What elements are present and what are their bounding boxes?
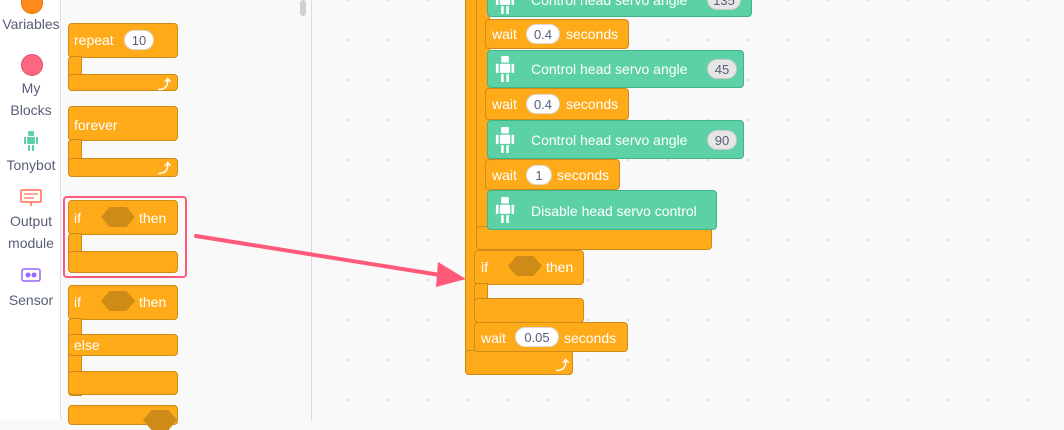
category-label: module: [8, 235, 54, 251]
category-label: Blocks: [10, 102, 52, 118]
palette-scrollbar[interactable]: [300, 0, 306, 16]
angle-input[interactable]: 45: [707, 59, 737, 79]
forever-label: forever: [74, 117, 118, 133]
variables-dot-icon: [21, 0, 43, 14]
angle-input[interactable]: 90: [707, 130, 737, 150]
seconds-label: seconds: [557, 167, 610, 183]
repeat-count-input[interactable]: 10: [124, 30, 154, 50]
else-label: else: [74, 337, 100, 353]
wait-seconds-input[interactable]: 0.4: [526, 94, 560, 114]
robot-command-label: Control head servo angle: [531, 0, 688, 8]
output-module-icon: [20, 189, 42, 206]
seconds-label: seconds: [566, 26, 619, 42]
loop-arrow-icon: ⤴: [556, 358, 570, 373]
category-sidebar: Variables My Blocks Tonybot Output modul…: [0, 0, 61, 420]
repeat-label: repeat: [74, 32, 114, 48]
robot-icon: [495, 56, 515, 82]
if-label: if: [481, 259, 488, 275]
loop-arrow-icon: ⤴: [158, 161, 172, 176]
seconds-label: seconds: [564, 330, 617, 346]
then-label: then: [546, 259, 574, 275]
wait-label: wait: [492, 167, 517, 183]
wait-label: wait: [481, 330, 506, 346]
robot-command-label: Disable head servo control: [531, 203, 697, 219]
category-label: Variables: [2, 16, 60, 32]
highlight-box: [63, 196, 187, 278]
wait-label: wait: [492, 96, 517, 112]
robot-command-label: Control head servo angle: [531, 132, 688, 148]
wait-seconds-input[interactable]: 0.4: [526, 24, 560, 44]
seconds-label: seconds: [566, 96, 619, 112]
wait-seconds-input[interactable]: 0.05: [515, 327, 559, 347]
wait-seconds-input[interactable]: 1: [526, 165, 552, 185]
loop-arrow-icon: ⤴: [158, 77, 172, 92]
angle-input[interactable]: 135: [707, 0, 741, 10]
category-label: Output: [9, 213, 53, 229]
category-label: My: [21, 80, 41, 96]
sensor-icon: [21, 268, 41, 282]
robot-command-label: Control head servo angle: [531, 61, 688, 77]
then-label: then: [139, 294, 167, 310]
my-blocks-dot-icon: [21, 54, 43, 76]
robot-icon: [495, 0, 515, 14]
robot-icon: [495, 127, 515, 153]
if-label: if: [74, 294, 81, 310]
category-label: Sensor: [8, 292, 54, 308]
wait-label: wait: [492, 26, 517, 42]
category-label: Tonybot: [6, 157, 56, 173]
robot-icon: [495, 197, 515, 223]
tonybot-robot-icon: [24, 131, 38, 151]
